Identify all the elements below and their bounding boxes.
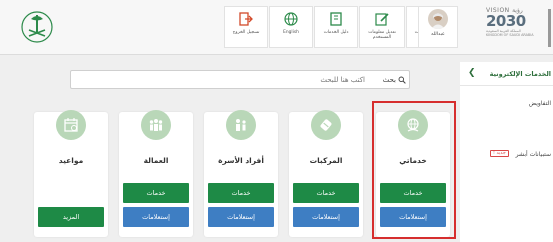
sidebar: ❮ الخدمات الإلكترونية التفاويض ستبيانات … — [460, 62, 553, 242]
inquiries-button[interactable]: إستعلامات — [123, 207, 189, 227]
calendar-icon — [56, 110, 86, 140]
services-button[interactable]: خدمات — [123, 183, 189, 203]
card-vehicles: المركبات خدمات إستعلامات — [289, 110, 363, 237]
new-badge: جديد ! — [490, 150, 509, 157]
avatar — [428, 9, 448, 29]
vision-2030-logo: VISION رؤية 2030 المملكة العربية السعودي… — [486, 7, 551, 49]
services-button[interactable]: خدمات — [293, 183, 359, 203]
workers-icon — [141, 110, 171, 140]
edit-profile-label: تعديل معلومات المستخدم — [368, 30, 396, 40]
sidebar-title: الخدمات الإلكترونية — [489, 70, 551, 78]
saudi-emblem-logo[interactable] — [20, 10, 54, 44]
services-button[interactable]: خدمات — [208, 183, 274, 203]
vision-year: 2030 — [486, 12, 526, 30]
search-button-label: بحث — [382, 75, 396, 84]
sidebar-item-absher-surveys[interactable]: ستبيانات أبشر — [516, 151, 551, 158]
search-input[interactable] — [73, 72, 371, 87]
search-button[interactable]: بحث — [383, 73, 406, 86]
services-guide-button[interactable]: دليل الخدمات — [314, 6, 358, 48]
globe-icon — [284, 12, 298, 26]
card-title: العمالة — [143, 156, 169, 165]
user-menu[interactable]: عبدالله — [418, 6, 458, 48]
search-bar: بحث — [70, 70, 410, 89]
book-icon — [330, 12, 342, 26]
services-guide-label: دليل الخدمات — [323, 30, 349, 35]
edit-icon — [375, 13, 389, 26]
sidebar-header[interactable]: ❮ الخدمات الإلكترونية — [460, 62, 553, 86]
edit-profile-button[interactable]: تعديل معلومات المستخدم — [359, 6, 405, 48]
card-appointments: مواعيد المزيد — [34, 110, 108, 237]
search-icon — [398, 76, 406, 84]
family-icon — [226, 110, 256, 140]
card-title: المركبات — [309, 156, 343, 165]
card-title: أفراد الأسرة — [218, 156, 264, 165]
top-header: تسجيل الخروج English دليل الخدمات تعديل … — [0, 0, 553, 55]
vision-country-en: KINGDOM OF SAUDI ARABIA — [486, 33, 534, 37]
card-family-members: أفراد الأسرة خدمات إستعلامات — [204, 110, 278, 237]
logout-label: تسجيل الخروج — [232, 30, 260, 35]
card-title: مواعيد — [58, 156, 84, 165]
vision-divider — [548, 9, 551, 47]
inquiries-button[interactable]: إستعلامات — [208, 207, 274, 227]
logout-icon — [239, 12, 253, 26]
language-button[interactable]: English — [269, 6, 313, 48]
vehicle-icon — [311, 110, 341, 140]
card-workers: العمالة خدمات إستعلامات — [119, 110, 193, 237]
highlight-box — [372, 101, 456, 239]
sidebar-item-authorizations[interactable]: التفاويض — [529, 100, 551, 107]
language-label: English — [283, 30, 299, 35]
more-button[interactable]: المزيد — [38, 207, 104, 227]
chevron-left-icon[interactable]: ❮ — [468, 68, 476, 78]
user-name: عبدالله — [431, 32, 445, 37]
inquiries-button[interactable]: إستعلامات — [293, 207, 359, 227]
logout-button[interactable]: تسجيل الخروج — [224, 6, 268, 48]
